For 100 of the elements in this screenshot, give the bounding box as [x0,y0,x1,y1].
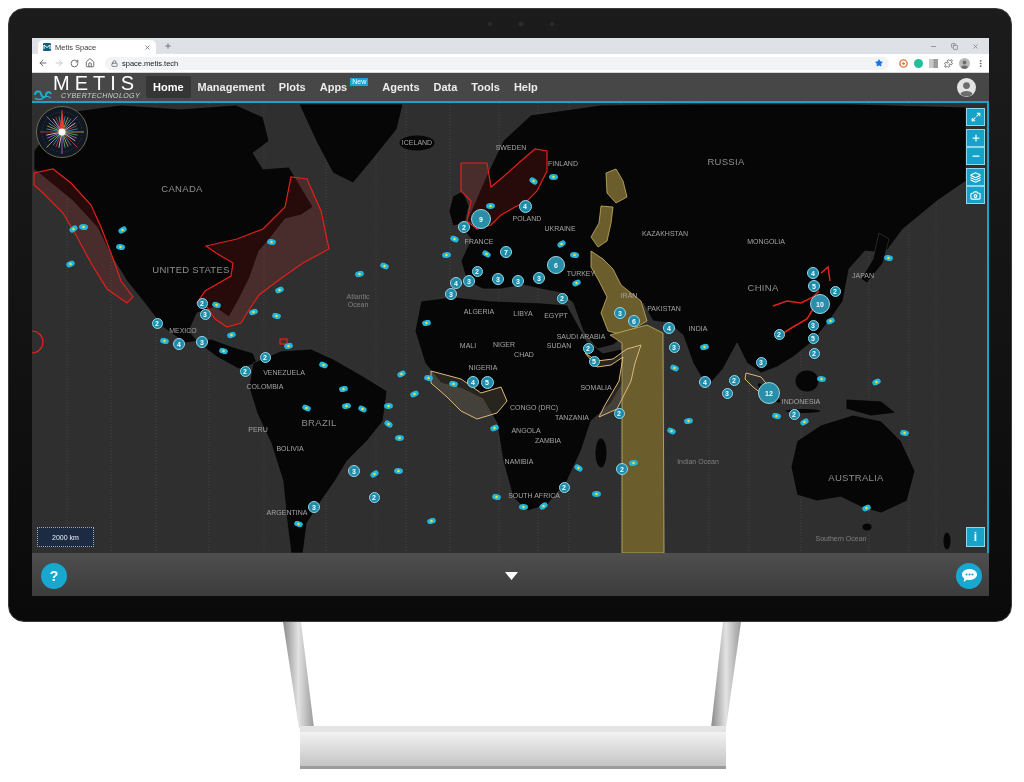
nav-menu-item[interactable]: Tools [464,76,507,98]
vessel-icon[interactable] [426,516,437,526]
caret-down-icon[interactable] [505,571,518,580]
vessel-icon[interactable] [338,385,349,393]
vessel-icon[interactable] [518,503,529,511]
vessel-icon[interactable] [573,463,584,473]
vessel-icon[interactable] [421,319,432,327]
vessel-icon[interactable] [248,307,259,317]
vessel-icon[interactable] [683,417,694,425]
vessel-icon[interactable] [78,223,89,231]
nav-menu-item[interactable]: Help [506,76,545,98]
island [794,369,820,393]
map-label: AUSTRALIA [828,472,884,484]
vessel-icon[interactable] [117,225,128,235]
profile-avatar-icon[interactable] [959,57,970,69]
vessel-icon[interactable] [159,337,170,345]
vessel-icon[interactable] [218,346,229,356]
vessel-icon[interactable] [871,377,882,387]
vessel-icon[interactable] [354,269,365,279]
vessel-icon[interactable] [883,254,894,262]
vessel-icon[interactable] [528,176,539,186]
shaded-zone [605,168,628,204]
vessel-icon[interactable] [409,389,420,399]
vessel-icon[interactable] [799,417,810,427]
vessel-icon[interactable] [396,369,407,379]
vessel-icon[interactable] [548,173,559,181]
vessel-icon[interactable] [266,238,277,246]
zone-outline [279,338,288,345]
vessel-icon[interactable] [666,426,677,436]
home-icon[interactable] [85,58,95,68]
camera-button[interactable] [966,186,985,204]
map-label: UNITED STATES [152,264,230,276]
vessel-icon[interactable] [115,243,126,251]
vessel-icon[interactable] [569,251,580,259]
map-view[interactable] [32,101,989,553]
vessel-icon[interactable] [491,492,502,502]
extension-icon[interactable] [929,58,938,68]
camera-icon [970,189,981,201]
vessel-icon[interactable] [301,403,312,413]
vessel-icon[interactable] [699,343,710,351]
island [398,134,436,152]
vessel-icon[interactable] [571,278,582,288]
vessel-icon[interactable] [65,259,76,269]
vessel-icon[interactable] [449,234,460,244]
layers-button[interactable] [966,168,985,186]
zone-outline [32,330,44,354]
info-button[interactable]: i [966,527,985,547]
vessel-icon[interactable] [481,249,492,259]
vessel-icon[interactable] [816,375,827,383]
vessel-icon[interactable] [341,402,352,410]
lock-icon [111,59,118,67]
logo-wave-icon [34,89,52,100]
vessel-icon[interactable] [538,501,549,511]
vessel-icon[interactable] [825,316,836,326]
vessel-icon[interactable] [556,239,567,249]
vessel-icon[interactable] [485,202,496,210]
nav-menu-item[interactable]: Management [190,76,272,98]
vessel-icon[interactable] [899,429,910,437]
vessel-icon[interactable] [357,404,368,414]
vessel-icon[interactable] [393,467,404,475]
back-arrow-icon[interactable] [38,58,48,68]
vessel-icon[interactable] [283,341,294,351]
compass-rose-icon [36,106,88,158]
vessel-icon[interactable] [591,490,602,498]
vessel-icon[interactable] [423,374,434,382]
vessel-icon[interactable] [861,503,872,513]
vessel-icon[interactable] [383,402,394,410]
vessel-icon[interactable] [211,300,222,310]
menu-icon[interactable] [976,58,985,68]
vessel-icon[interactable] [771,411,782,421]
vessel-icon[interactable] [441,251,452,259]
vessel-icon[interactable] [369,469,380,479]
bookmark-star-icon[interactable] [875,59,883,67]
expand-icon [970,112,981,122]
nav-menu-item[interactable]: Data [426,76,465,98]
vessel-icon[interactable] [226,330,237,340]
vessel-icon[interactable] [318,360,329,370]
puzzle-icon[interactable] [944,58,953,68]
help-button[interactable]: ? [41,562,67,589]
island [942,531,952,551]
user-avatar-icon[interactable] [957,77,976,97]
new-tab-icon[interactable] [164,42,172,50]
vessel-icon[interactable] [669,363,680,373]
vessel-icon[interactable] [379,261,390,271]
vessel-icon[interactable] [448,380,459,388]
map-label: CHINA [747,282,779,294]
vessel-icon[interactable] [274,285,285,295]
tab-close-icon[interactable] [144,43,151,51]
vessel-icon[interactable] [395,435,404,441]
island [594,437,608,469]
vessel-icon[interactable] [383,419,394,429]
nav-menu-item[interactable]: Agents [375,76,427,98]
vessel-icon[interactable] [68,223,79,235]
vessel-icon[interactable] [271,312,282,320]
nav-menu-item[interactable]: Plots [271,76,313,98]
reload-icon[interactable] [70,58,79,68]
vessel-icon[interactable] [293,519,304,529]
nav-menu-item[interactable]: Home [146,76,191,98]
chat-button[interactable] [956,562,982,589]
vessel-icon[interactable] [489,423,500,433]
